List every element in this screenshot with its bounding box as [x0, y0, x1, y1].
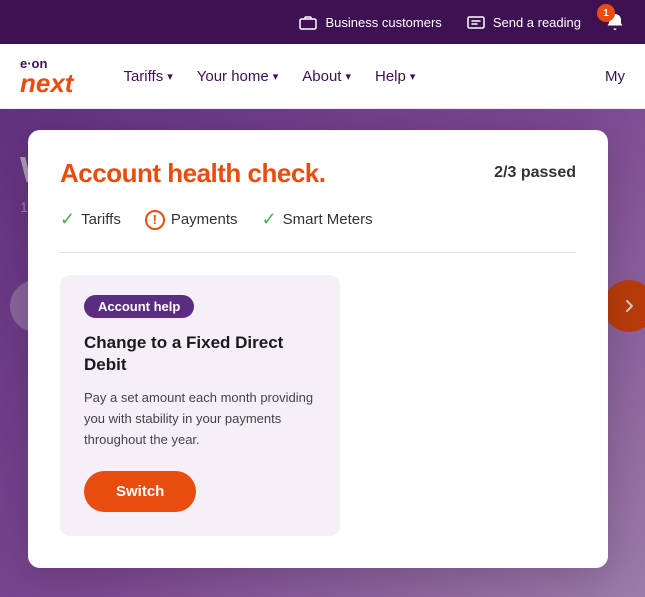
- modal-checks: ✓ Tariffs ! Payments ✓ Smart Meters: [60, 209, 576, 230]
- nav-item-help[interactable]: Help ▾: [365, 60, 425, 93]
- check-pass-icon: ✓: [262, 209, 277, 230]
- card-title: Change to a Fixed Direct Debit: [84, 332, 316, 376]
- nav-bar: e·on next Tariffs ▾ Your home ▾ About ▾ …: [0, 44, 645, 109]
- chevron-down-icon: ▾: [167, 70, 173, 83]
- notification-count: 1: [597, 4, 615, 22]
- account-health-modal: Account health check. 2/3 passed ✓ Tarif…: [28, 130, 608, 568]
- nav-tariffs-label: Tariffs: [123, 68, 163, 85]
- card-badge: Account help: [84, 295, 194, 318]
- nav-item-your-home[interactable]: Your home ▾: [187, 60, 289, 93]
- nav-item-about[interactable]: About ▾: [292, 60, 361, 93]
- meter-icon: [466, 12, 486, 32]
- nav-item-my[interactable]: My: [605, 68, 625, 85]
- switch-button[interactable]: Switch: [84, 471, 196, 512]
- nav-about-label: About: [302, 68, 341, 85]
- send-reading-link[interactable]: Send a reading: [466, 12, 581, 32]
- chevron-down-icon: ▾: [273, 70, 279, 83]
- nav-help-label: Help: [375, 68, 406, 85]
- modal-header: Account health check. 2/3 passed: [60, 158, 576, 189]
- nav-my-label: My: [605, 68, 625, 85]
- check-tariffs-label: Tariffs: [81, 211, 121, 228]
- check-smart-meters-label: Smart Meters: [283, 211, 373, 228]
- logo-next: next: [20, 70, 73, 96]
- check-payments: ! Payments: [145, 210, 238, 230]
- briefcase-icon: [298, 12, 318, 32]
- nav-items: Tariffs ▾ Your home ▾ About ▾ Help ▾ My: [113, 60, 625, 93]
- chevron-down-icon: ▾: [345, 70, 351, 83]
- check-payments-label: Payments: [171, 211, 238, 228]
- notification-bell[interactable]: 1: [605, 12, 625, 32]
- chevron-down-icon: ▾: [410, 70, 416, 83]
- send-reading-label: Send a reading: [493, 15, 581, 30]
- account-help-card: Account help Change to a Fixed Direct De…: [60, 275, 340, 536]
- nav-item-tariffs[interactable]: Tariffs ▾: [113, 60, 182, 93]
- modal-passed: 2/3 passed: [494, 164, 576, 182]
- logo[interactable]: e·on next: [20, 57, 73, 96]
- check-smart-meters: ✓ Smart Meters: [262, 209, 373, 230]
- modal-divider: [60, 252, 576, 253]
- check-pass-icon: ✓: [60, 209, 75, 230]
- modal-title: Account health check.: [60, 158, 325, 189]
- business-customers-link[interactable]: Business customers: [298, 12, 441, 32]
- check-tariffs: ✓ Tariffs: [60, 209, 121, 230]
- nav-your-home-label: Your home: [197, 68, 269, 85]
- card-description: Pay a set amount each month providing yo…: [84, 388, 316, 450]
- business-customers-label: Business customers: [325, 15, 441, 30]
- top-bar: Business customers Send a reading 1: [0, 0, 645, 44]
- check-warning-icon: !: [145, 210, 165, 230]
